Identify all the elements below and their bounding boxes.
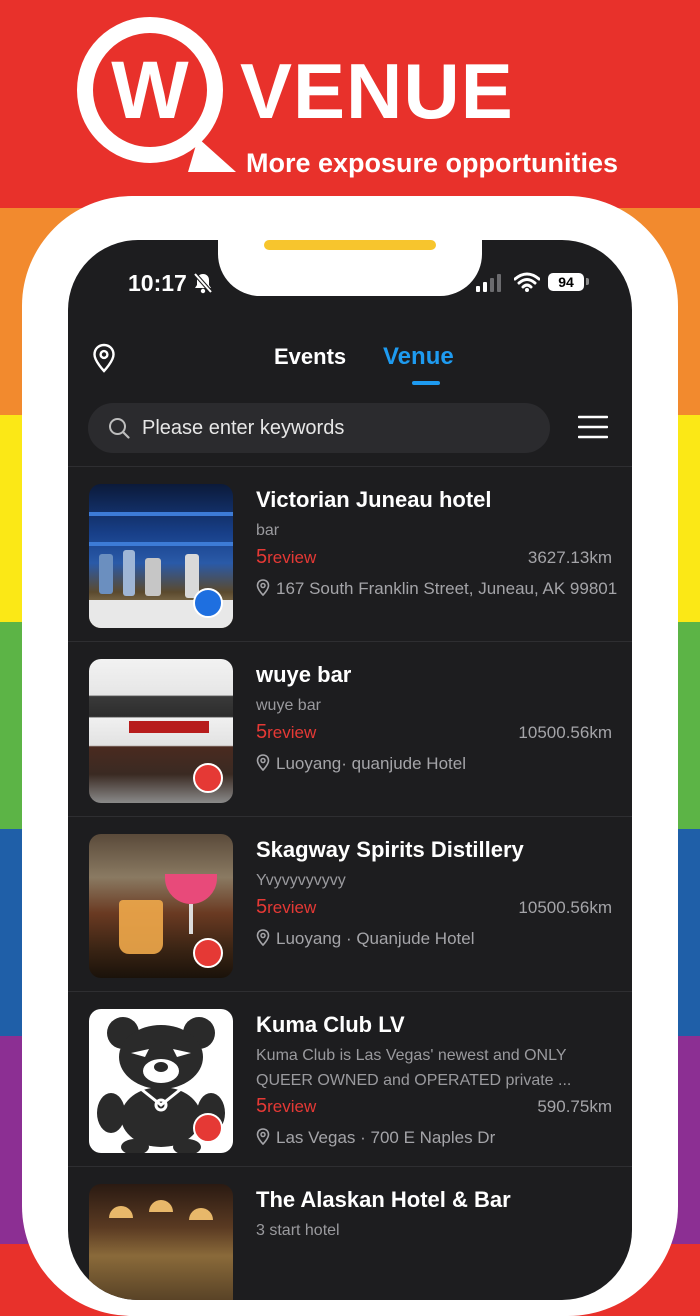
category-badge: [193, 763, 223, 793]
status-time: 10:17: [128, 270, 187, 296]
bell-muted-icon: [193, 272, 213, 294]
venue-card[interactable]: wuye bar wuye bar 5review 10500.56km Luo…: [68, 641, 632, 817]
venue-distance: 10500.56km: [518, 898, 612, 917]
app-screen: 10:17 94 Events Venue Please enter keywo…: [68, 240, 632, 1300]
address-pin-icon: [256, 754, 270, 771]
address-pin-icon: [256, 579, 270, 596]
category-badge: [193, 1113, 223, 1143]
venue-name: wuye bar: [256, 662, 352, 687]
active-tab-indicator: [412, 381, 440, 385]
tab-venue[interactable]: Venue: [383, 343, 454, 371]
venue-card[interactable]: Skagway Spirits Distillery Yvyvyvyvyvy 5…: [68, 816, 632, 992]
venue-address: 167 South Franklin Street, Juneau, AK 99…: [256, 579, 617, 599]
venue-description: Yvyvyvyvyvy: [256, 872, 346, 889]
address-pin-icon: [256, 1128, 270, 1145]
venue-address: Luoyang· quanjude Hotel: [256, 754, 466, 774]
search-bar: [88, 403, 550, 453]
venue-card[interactable]: Victorian Juneau hotel bar 5review 3627.…: [68, 466, 632, 642]
venue-thumbnail: [89, 484, 233, 628]
venue-thumbnail: [89, 834, 233, 978]
venue-name: Victorian Juneau hotel: [256, 487, 492, 512]
venue-distance: 3627.13km: [527, 548, 612, 567]
banner-title: VENUE: [240, 47, 514, 135]
venue-description: bar: [256, 522, 280, 539]
address-pin-icon: [256, 929, 270, 946]
cellular-signal-icon: [476, 274, 501, 292]
battery-cap: [586, 278, 589, 285]
venue-thumbnail: [89, 659, 233, 803]
search-input[interactable]: [142, 403, 522, 453]
search-icon: [109, 418, 130, 439]
venue-name: Skagway Spirits Distillery: [256, 837, 524, 862]
tab-events[interactable]: Events: [274, 344, 346, 370]
venue-distance: 10500.56km: [518, 723, 612, 742]
venue-description: 3 start hotel: [256, 1222, 340, 1239]
venue-name: The Alaskan Hotel & Bar: [256, 1187, 511, 1212]
venue-review[interactable]: 5review: [256, 721, 316, 744]
location-pin-icon[interactable]: [92, 343, 116, 373]
wifi-icon: [514, 272, 540, 292]
venue-description: wuye bar: [256, 697, 321, 714]
venue-review[interactable]: 5review: [256, 546, 316, 569]
svg-text:W: W: [111, 45, 189, 136]
category-badge: [193, 938, 223, 968]
venue-card[interactable]: Kuma Club LV Kuma Club is Las Vegas' new…: [68, 991, 632, 1167]
notch-accent-bar: [264, 240, 436, 250]
venue-thumbnail: [89, 1184, 233, 1300]
venue-card[interactable]: The Alaskan Hotel & Bar 3 start hotel: [68, 1166, 632, 1300]
venue-review[interactable]: 5review: [256, 896, 316, 919]
venue-address: Luoyang · Quanjude Hotel: [256, 929, 474, 949]
menu-icon[interactable]: [578, 414, 608, 440]
venue-distance: 590.75km: [537, 1097, 612, 1116]
venue-thumbnail: [89, 1009, 233, 1153]
venue-review[interactable]: 5review: [256, 1095, 316, 1118]
venue-address: Las Vegas · 700 E Naples Dr: [256, 1128, 495, 1148]
battery-indicator: 94: [548, 273, 584, 291]
venue-name: Kuma Club LV: [256, 1012, 405, 1037]
category-badge: [193, 588, 223, 618]
venue-description: Kuma Club is Las Vegas' newest and ONLY …: [256, 1047, 572, 1089]
banner-subtitle: More exposure opportunities: [246, 148, 619, 178]
brand-logo: W: [77, 17, 236, 172]
